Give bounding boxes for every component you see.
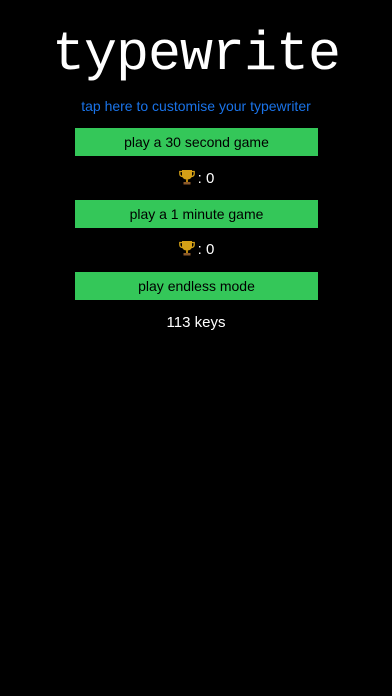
trophy-icon [178,239,196,257]
high-score-value: : 0 [197,170,215,187]
play-30-second-button[interactable]: play a 30 second game [75,128,318,156]
play-1-minute-button[interactable]: play a 1 minute game [75,200,318,228]
high-score-1-minute: : 0 [0,239,392,261]
play-endless-button[interactable]: play endless mode [75,272,318,300]
app-title: typewrite [51,23,341,86]
endless-keys-count: 113 keys [166,314,226,331]
high-score-value: : 0 [197,241,215,258]
trophy-icon [178,168,196,186]
customise-typewriter-link[interactable]: tap here to customise your typewriter [0,96,392,116]
high-score-30-second: : 0 [0,168,392,190]
